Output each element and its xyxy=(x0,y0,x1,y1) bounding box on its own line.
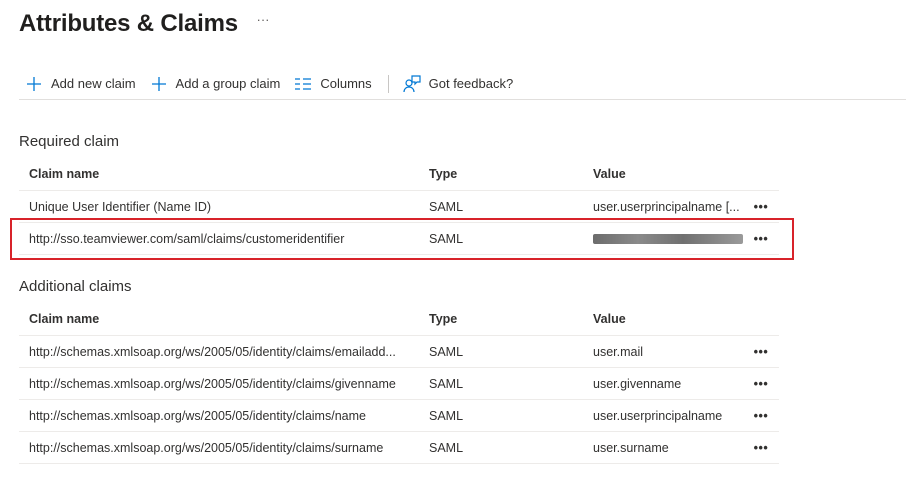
feedback-icon xyxy=(403,74,421,93)
plus-icon xyxy=(150,75,168,93)
column-header-claim-name[interactable]: Claim name xyxy=(29,312,429,326)
claim-name: http://schemas.xmlsoap.org/ws/2005/05/id… xyxy=(29,344,396,359)
column-header-type[interactable]: Type xyxy=(429,312,579,326)
add-new-claim-label: Add new claim xyxy=(51,76,136,91)
additional-claims-heading: Additional claims xyxy=(19,278,132,295)
row-more-icon[interactable]: ••• xyxy=(749,377,773,391)
column-header-claim-name[interactable]: Claim name xyxy=(29,167,429,181)
highlight-box xyxy=(10,218,794,260)
add-group-claim-button[interactable]: Add a group claim xyxy=(144,70,289,98)
toolbar-divider xyxy=(387,74,389,93)
columns-button[interactable]: Columns xyxy=(288,70,379,98)
claim-type: SAML xyxy=(429,408,464,423)
column-header-type[interactable]: Type xyxy=(429,167,579,181)
more-options-icon[interactable]: ··· xyxy=(255,12,271,28)
claim-type: SAML xyxy=(429,344,464,359)
claim-value: user.userprincipalname xyxy=(593,408,723,423)
table-row[interactable]: http://schemas.xmlsoap.org/ws/2005/05/id… xyxy=(19,400,779,432)
row-more-icon[interactable]: ••• xyxy=(749,441,773,455)
table-header: Claim name Type Value xyxy=(19,157,779,191)
claim-value: user.givenname xyxy=(593,376,682,391)
required-claim-heading: Required claim xyxy=(19,133,120,150)
claim-value: user.mail xyxy=(593,344,644,359)
claim-type: SAML xyxy=(429,440,464,455)
table-header: Claim name Type Value xyxy=(19,302,779,336)
column-header-value[interactable]: Value xyxy=(593,312,745,326)
claim-type: SAML xyxy=(429,199,464,214)
claim-value: user.userprincipalname [... xyxy=(593,199,740,214)
additional-claims-table: Claim name Type Value http://schemas.xml… xyxy=(19,302,779,464)
table-row[interactable]: http://schemas.xmlsoap.org/ws/2005/05/id… xyxy=(19,432,779,464)
add-group-claim-label: Add a group claim xyxy=(175,76,281,91)
add-new-claim-button[interactable]: Add new claim xyxy=(19,70,144,98)
row-more-icon[interactable]: ••• xyxy=(749,345,773,359)
table-row[interactable]: http://schemas.xmlsoap.org/ws/2005/05/id… xyxy=(19,336,779,368)
feedback-button[interactable]: Got feedback? xyxy=(397,70,522,98)
columns-label: Columns xyxy=(320,76,372,91)
row-more-icon[interactable]: ••• xyxy=(749,409,773,423)
feedback-label: Got feedback? xyxy=(428,76,514,91)
column-header-value[interactable]: Value xyxy=(593,167,745,181)
claim-name: http://schemas.xmlsoap.org/ws/2005/05/id… xyxy=(29,376,396,391)
claim-name: Unique User Identifier (Name ID) xyxy=(29,199,212,214)
plus-icon xyxy=(25,75,43,93)
table-row[interactable]: http://schemas.xmlsoap.org/ws/2005/05/id… xyxy=(19,368,779,400)
claim-name: http://schemas.xmlsoap.org/ws/2005/05/id… xyxy=(29,440,384,455)
page-title-row: Attributes & Claims xyxy=(19,8,238,40)
columns-icon xyxy=(294,75,312,93)
page-title: Attributes & Claims xyxy=(19,10,238,37)
claim-name: http://schemas.xmlsoap.org/ws/2005/05/id… xyxy=(29,408,366,423)
command-bar: Add new claim Add a group claim Columns … xyxy=(19,68,906,100)
row-more-icon[interactable]: ••• xyxy=(749,200,773,214)
claim-value: user.surname xyxy=(593,440,669,455)
claim-type: SAML xyxy=(429,376,464,391)
